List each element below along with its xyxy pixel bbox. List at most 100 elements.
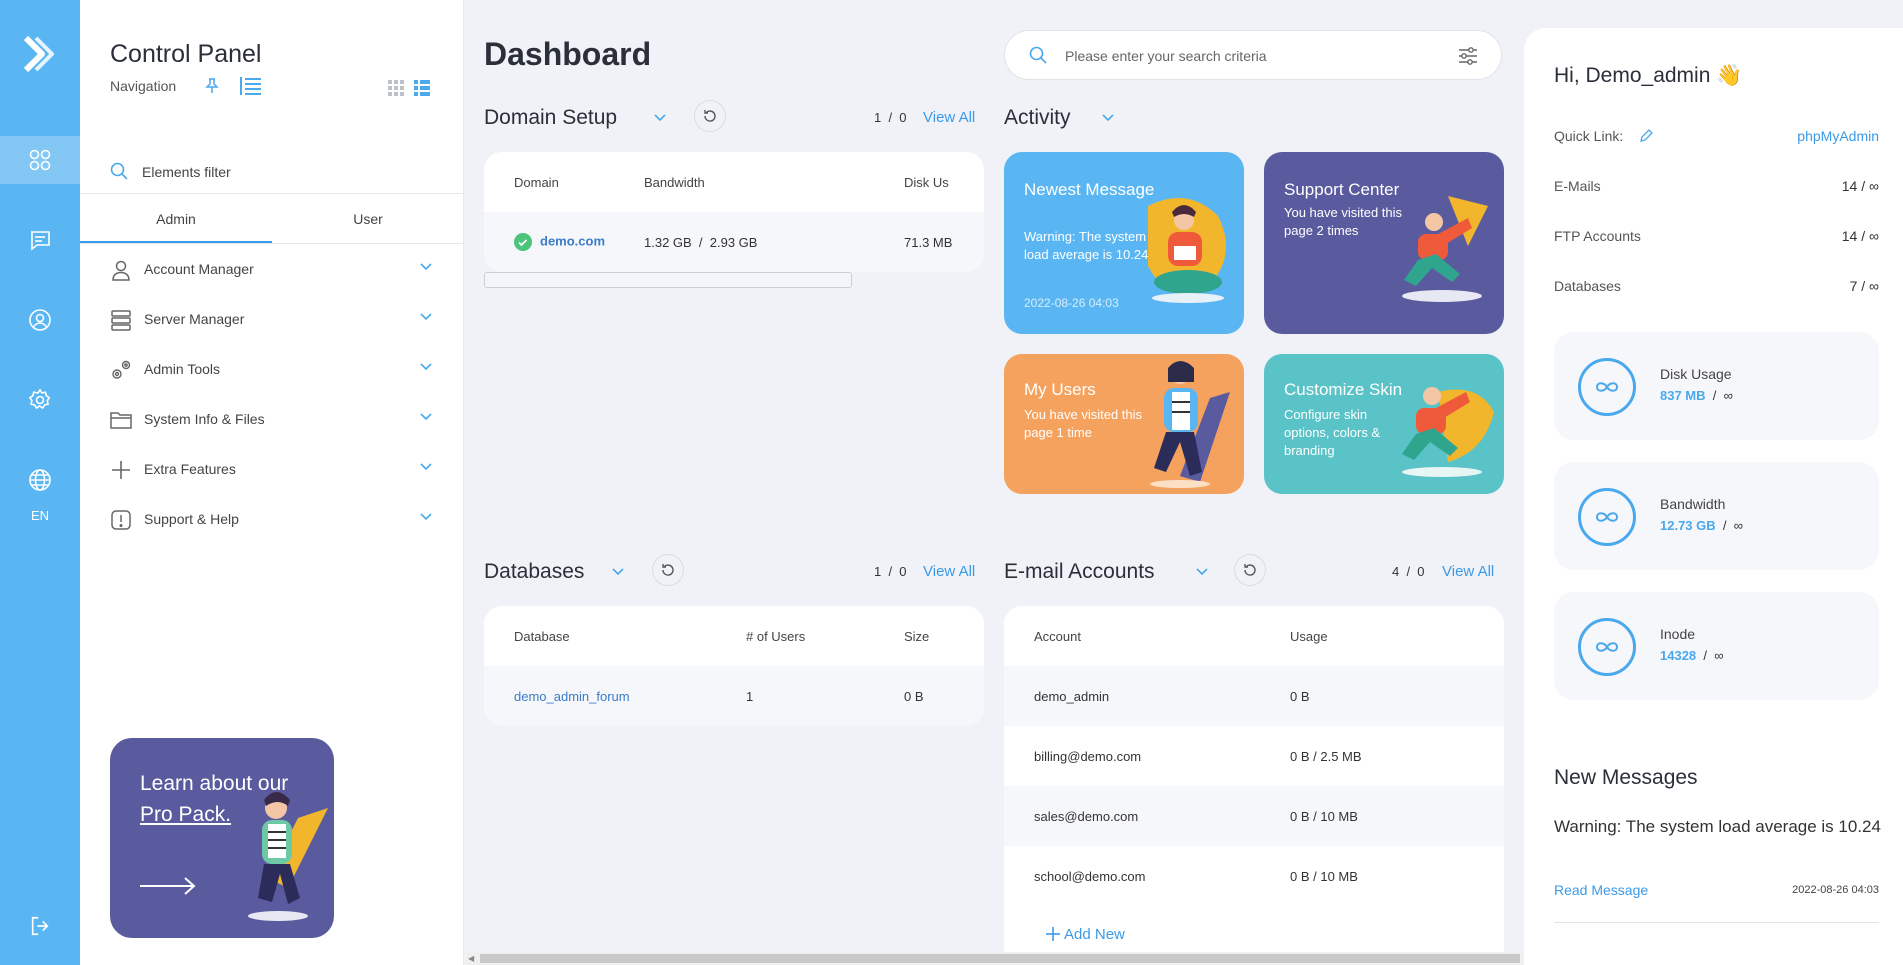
rail-dashboard[interactable] <box>0 136 80 184</box>
read-message-link[interactable]: Read Message <box>1554 882 1648 898</box>
activity-card-newest-message[interactable]: Newest Message Warning: The system load … <box>1004 152 1244 334</box>
activity-card-my-users[interactable]: My Users You have visited this page 1 ti… <box>1004 354 1244 494</box>
activity-card-desc: You have visited this page 2 times <box>1284 205 1403 238</box>
grid-view-icon[interactable] <box>388 80 404 96</box>
table-row: billing@demo.com 0 B / 2.5 MB <box>1004 726 1504 786</box>
menu-item-label: System Info & Files <box>144 411 265 427</box>
language-label[interactable]: EN <box>0 508 80 523</box>
databases-header: Databases 1 / 0 View All <box>484 554 984 590</box>
chevron-down-icon <box>420 513 432 521</box>
tab-user[interactable]: User <box>272 198 464 243</box>
domain-setup-title: Domain Setup <box>484 106 618 129</box>
search-input[interactable] <box>1065 45 1445 67</box>
stat-row-databases: Databases 7 / ∞ <box>1554 278 1879 298</box>
activity-title: Activity <box>1004 106 1071 129</box>
promo-link[interactable]: Pro Pack. <box>140 803 231 827</box>
quick-link-label: Quick Link: <box>1554 128 1624 144</box>
new-message-text: Warning: The system load average is 10.2… <box>1554 817 1881 836</box>
refresh-button[interactable] <box>694 100 726 132</box>
check-circle-icon <box>514 233 532 251</box>
bandwidth-used: 1.32 GB <box>644 234 692 250</box>
stat-row-emails: E-Mails 14 / ∞ <box>1554 178 1879 198</box>
email-view-all-link[interactable]: View All <box>1442 563 1494 580</box>
chevron-down-icon[interactable] <box>1102 114 1114 122</box>
stat-label: Databases <box>1554 278 1621 294</box>
list-view-icon[interactable] <box>414 80 430 96</box>
refresh-button[interactable] <box>1234 554 1266 586</box>
add-new-label: Add New <box>1064 926 1125 943</box>
search-icon <box>1029 46 1047 64</box>
menu-item-support-help[interactable]: Support & Help <box>80 495 464 545</box>
menu-item-extra-features[interactable]: Extra Features <box>80 445 464 495</box>
activity-card-support-center[interactable]: Support Center You have visited this pag… <box>1264 152 1504 334</box>
domain-view-all-link[interactable]: View All <box>923 109 975 126</box>
chevron-down-icon[interactable] <box>654 114 666 122</box>
elements-filter-input[interactable] <box>142 160 422 184</box>
logo-icon[interactable] <box>20 34 60 74</box>
gear-icon <box>28 388 51 410</box>
pin-icon[interactable] <box>205 78 219 94</box>
scroll-left-arrow-icon[interactable]: ◀ <box>468 954 474 963</box>
database-link[interactable]: demo_admin_forum <box>514 689 630 704</box>
promo-illustration <box>248 792 328 921</box>
scrollbar-thumb[interactable] <box>480 954 1520 963</box>
quick-link-value[interactable]: phpMyAdmin <box>1797 128 1879 144</box>
tree-list-icon[interactable] <box>238 76 262 96</box>
refresh-icon <box>662 564 674 576</box>
new-messages-title: New Messages <box>1554 766 1698 789</box>
greeting-text: Hi, Demo_admin <box>1554 64 1711 87</box>
refresh-icon <box>1244 564 1256 576</box>
rail-messages[interactable] <box>0 216 80 264</box>
domain-setup-header: Domain Setup 1 / 0 View All <box>484 100 984 136</box>
domain-table-scrollbar[interactable] <box>484 272 852 288</box>
pencil-icon[interactable] <box>1639 129 1654 143</box>
email-account-cell[interactable]: school@demo.com <box>1004 846 1290 906</box>
email-counts: 4 / 0 <box>1392 564 1425 579</box>
domain-link[interactable]: demo.com <box>540 233 605 248</box>
pro-pack-promo[interactable]: Learn about our Pro Pack. <box>110 738 334 938</box>
databases-title: Databases <box>484 560 585 583</box>
databases-view-all-link[interactable]: View All <box>923 563 975 580</box>
column-header: Database <box>514 628 570 644</box>
activity-card-title: My Users <box>1024 380 1096 399</box>
column-header: Disk Us <box>904 174 949 190</box>
disk-usage-card: Disk Usage 837 MB / ∞ <box>1554 332 1879 440</box>
rail-settings[interactable] <box>0 376 80 424</box>
rail-language[interactable] <box>0 456 80 504</box>
email-account-cell[interactable]: sales@demo.com <box>1004 786 1290 846</box>
refresh-button[interactable] <box>652 554 684 586</box>
count-b: 0 <box>899 564 907 579</box>
table-row: demo_admin_forum 1 0 B <box>484 666 984 726</box>
message-icon <box>31 231 50 251</box>
tab-admin[interactable]: Admin <box>80 198 272 243</box>
infinity-ring-icon <box>1578 358 1636 416</box>
menu-item-system-info[interactable]: System Info & Files <box>80 395 464 445</box>
menu-item-account-manager[interactable]: Account Manager <box>80 245 464 295</box>
menu-item-server-manager[interactable]: Server Manager <box>80 295 464 345</box>
activity-card-customize-skin[interactable]: Customize Skin Configure skin options, c… <box>1264 354 1504 494</box>
chevron-down-icon[interactable] <box>612 568 624 576</box>
count-b: 0 <box>899 110 907 125</box>
account-summary-panel: Hi, Demo_admin 👋 Quick Link: phpMyAdmin … <box>1524 28 1903 965</box>
server-icon <box>111 310 131 331</box>
column-header: # of Users <box>746 628 806 644</box>
activity-card-title: Newest Message <box>1024 180 1155 199</box>
email-usage-cell: 0 B / 10 MB <box>1290 786 1504 846</box>
email-account-cell[interactable]: demo_admin <box>1004 666 1290 726</box>
filter-settings-icon[interactable] <box>1457 45 1479 67</box>
email-usage-cell: 0 B <box>1290 666 1504 726</box>
rail-profile[interactable] <box>0 296 80 344</box>
activity-card-desc: Warning: The system load average is 10.2… <box>1024 229 1149 262</box>
rail-logout[interactable] <box>0 902 80 950</box>
disk-cell: 71.3 MB <box>904 212 984 272</box>
arrow-right-icon[interactable] <box>140 876 196 896</box>
email-account-cell[interactable]: billing@demo.com <box>1004 726 1290 786</box>
infinity-ring-icon <box>1578 618 1636 676</box>
inode-card: Inode 14328 / ∞ <box>1554 592 1879 700</box>
chevron-down-icon[interactable] <box>1196 568 1208 576</box>
email-usage-cell: 0 B / 10 MB <box>1290 868 1358 884</box>
logout-icon <box>31 916 49 936</box>
plus-icon <box>112 461 130 479</box>
menu-item-admin-tools[interactable]: Admin Tools <box>80 345 464 395</box>
add-new-email-button[interactable]: Add New <box>1046 926 1125 943</box>
